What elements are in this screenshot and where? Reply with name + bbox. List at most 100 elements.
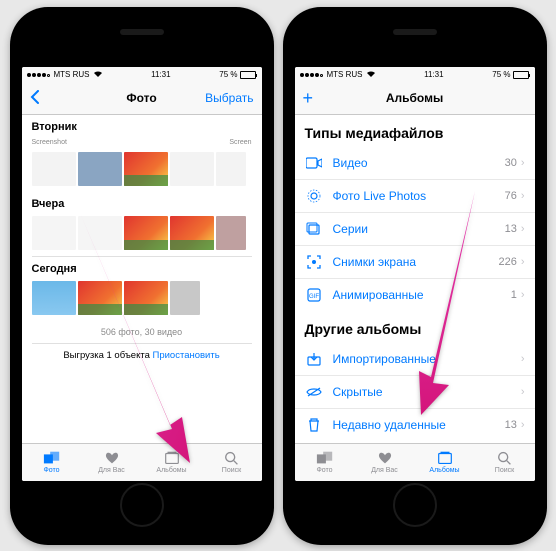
section-other-albums: Другие альбомы xyxy=(295,311,535,343)
row-live-photos[interactable]: Фото Live Photos 76 › xyxy=(295,180,535,213)
photo-thumb[interactable] xyxy=(124,281,168,315)
row-label: Недавно удаленные xyxy=(333,418,505,432)
battery-icon xyxy=(240,71,256,79)
phone-left: MTS RUS 11:31 75 % Фото Выбрать Вторник … xyxy=(10,7,274,545)
albums-icon xyxy=(163,450,181,466)
add-button[interactable]: + xyxy=(303,91,314,105)
back-button[interactable] xyxy=(30,90,40,107)
photo-thumb[interactable] xyxy=(124,216,168,250)
row-count: 1 xyxy=(511,289,517,301)
wifi-icon xyxy=(93,70,103,80)
signal-icon xyxy=(300,70,324,79)
row-label: Анимированные xyxy=(333,288,511,302)
albums-content[interactable]: Типы медиафайлов Видео 30 › Фото Live Ph… xyxy=(295,115,535,443)
trash-icon xyxy=(305,416,323,434)
photo-thumb[interactable] xyxy=(216,152,246,186)
tab-label: Альбомы xyxy=(156,467,186,474)
chevron-right-icon: › xyxy=(521,157,525,169)
tab-foryou[interactable]: Для Вас xyxy=(355,444,415,481)
row-count: 30 xyxy=(505,157,517,169)
chevron-right-icon: › xyxy=(521,289,525,301)
animated-icon: GIF xyxy=(305,286,323,304)
row-imported[interactable]: Импортированные › xyxy=(295,343,535,376)
section-today: Сегодня xyxy=(22,257,262,279)
chevron-right-icon: › xyxy=(521,353,525,365)
photo-thumb[interactable] xyxy=(170,152,214,186)
photo-thumb[interactable] xyxy=(32,152,76,186)
tab-label: Для Вас xyxy=(98,467,125,474)
tab-albums[interactable]: Альбомы xyxy=(415,444,475,481)
section-tuesday: Вторник xyxy=(22,115,262,137)
tab-foryou[interactable]: Для Вас xyxy=(82,444,142,481)
hidden-icon xyxy=(305,383,323,401)
chevron-right-icon: › xyxy=(521,223,525,235)
tuesday-label-row: ScreenshotScreen xyxy=(22,137,262,150)
wifi-icon xyxy=(366,70,376,80)
photo-count-summary: 506 фото, 30 видео xyxy=(22,321,262,339)
tab-label: Фото xyxy=(43,467,59,474)
row-label: Скрытые xyxy=(333,385,521,399)
battery-pct: 75 % xyxy=(492,70,510,79)
tab-albums[interactable]: Альбомы xyxy=(142,444,202,481)
pause-upload-button[interactable]: Приостановить xyxy=(153,350,220,361)
screen: MTS RUS 11:31 75 % Фото Выбрать Вторник … xyxy=(22,67,262,481)
photos-icon xyxy=(316,450,334,466)
photo-thumb[interactable] xyxy=(170,281,200,315)
row-label: Видео xyxy=(333,156,505,170)
signal-icon xyxy=(27,70,51,79)
carrier-label: MTS RUS xyxy=(327,70,363,79)
tab-label: Поиск xyxy=(495,467,514,474)
tab-label: Фото xyxy=(316,467,332,474)
photo-thumb[interactable] xyxy=(170,216,214,250)
import-icon xyxy=(305,350,323,368)
row-recently-deleted[interactable]: Недавно удаленные 13 › xyxy=(295,409,535,441)
tab-label: Для Вас xyxy=(371,467,398,474)
select-button[interactable]: Выбрать xyxy=(205,91,253,105)
row-label: Снимки экрана xyxy=(333,255,499,269)
carrier-label: MTS RUS xyxy=(54,70,90,79)
section-media-types: Типы медиафайлов xyxy=(295,115,535,147)
row-label: Серии xyxy=(333,222,505,236)
video-icon xyxy=(305,154,323,172)
row-video[interactable]: Видео 30 › xyxy=(295,147,535,180)
yesterday-thumbs xyxy=(22,214,262,256)
row-label: Фото Live Photos xyxy=(333,189,505,203)
tab-photos[interactable]: Фото xyxy=(295,444,355,481)
row-count: 226 xyxy=(498,256,516,268)
chevron-right-icon: › xyxy=(521,386,525,398)
tab-photos[interactable]: Фото xyxy=(22,444,82,481)
photo-thumb[interactable] xyxy=(124,152,168,186)
photo-thumb[interactable] xyxy=(78,281,122,315)
upload-status: Выгрузка 1 объекта Приостановить xyxy=(32,343,252,369)
tab-label: Поиск xyxy=(222,467,241,474)
row-label: Импортированные xyxy=(333,352,521,366)
nav-title: Альбомы xyxy=(295,91,535,105)
photos-content[interactable]: Вторник ScreenshotScreen Вчера С xyxy=(22,115,262,443)
chevron-right-icon: › xyxy=(521,256,525,268)
row-animated[interactable]: GIF Анимированные 1 › xyxy=(295,279,535,311)
row-screenshots[interactable]: Снимки экрана 226 › xyxy=(295,246,535,279)
row-count: 13 xyxy=(505,419,517,431)
battery-icon xyxy=(513,71,529,79)
row-hidden[interactable]: Скрытые › xyxy=(295,376,535,409)
tuesday-thumbs xyxy=(22,150,262,192)
photo-thumb[interactable] xyxy=(32,216,76,250)
tab-search[interactable]: Поиск xyxy=(202,444,262,481)
search-icon xyxy=(496,450,514,466)
photo-thumb[interactable] xyxy=(216,216,246,250)
today-thumbs xyxy=(22,279,262,321)
search-icon xyxy=(223,450,241,466)
phone-right: MTS RUS 11:31 75 % + Альбомы Типы медиаф… xyxy=(283,7,547,545)
tab-search[interactable]: Поиск xyxy=(475,444,535,481)
photos-icon xyxy=(43,450,61,466)
live-photos-icon xyxy=(305,187,323,205)
tab-bar: Фото Для Вас Альбомы Поиск xyxy=(295,443,535,481)
nav-bar: + Альбомы xyxy=(295,83,535,115)
photo-thumb[interactable] xyxy=(78,152,122,186)
row-count: 13 xyxy=(505,223,517,235)
photo-thumb[interactable] xyxy=(78,216,122,250)
photo-thumb[interactable] xyxy=(32,281,76,315)
tab-bar: Фото Для Вас Альбомы Поиск xyxy=(22,443,262,481)
row-bursts[interactable]: Серии 13 › xyxy=(295,213,535,246)
battery-pct: 75 % xyxy=(219,70,237,79)
